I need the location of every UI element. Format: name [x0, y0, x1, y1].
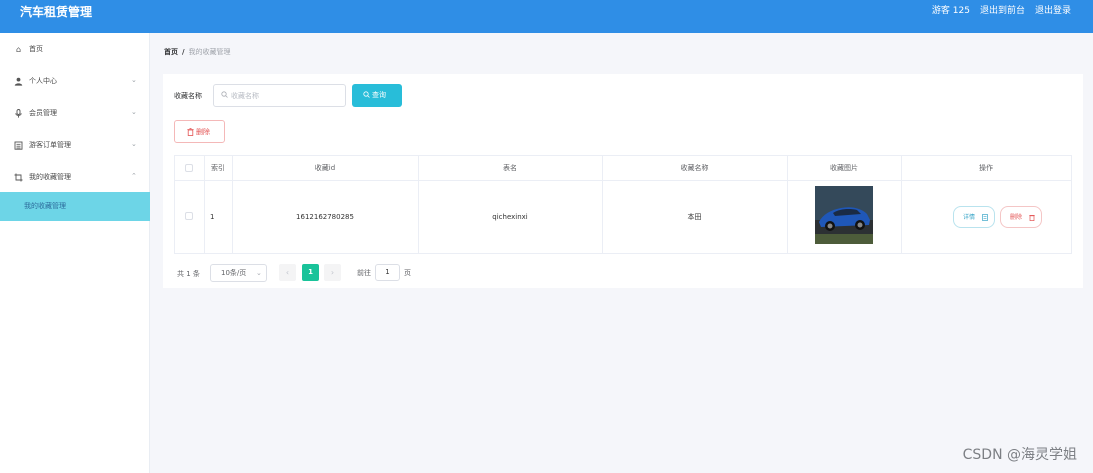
- document-icon: [982, 214, 988, 224]
- chevron-up-icon: ⌃: [131, 172, 137, 180]
- breadcrumb-current: 我的收藏管理: [188, 48, 231, 56]
- back-to-front-link[interactable]: 退出到前台: [980, 6, 1025, 17]
- row-delete-label: 删除: [1010, 214, 1023, 221]
- batch-delete-button[interactable]: 删除: [174, 120, 225, 143]
- row-checkbox[interactable]: [185, 212, 193, 220]
- breadcrumb: 首页 / 我的收藏管理: [164, 48, 231, 57]
- crop-icon: [14, 173, 23, 182]
- goto-label: 前往: [357, 269, 371, 277]
- page-number-current[interactable]: 1: [302, 264, 319, 281]
- table-row: 1 1612162780285 qichexinxi 本田 详情 删除: [175, 181, 1071, 253]
- user-icon: [14, 77, 23, 86]
- trash-icon: [1029, 214, 1035, 224]
- sidebar-item-personal-center[interactable]: 个人中心 ⌄: [0, 65, 150, 97]
- top-right-links: 游客 125 退出到前台 退出登录: [932, 6, 1071, 17]
- favorites-table: 索引 收藏id 表名 收藏名称 收藏图片 操作 1 1612162780285 …: [174, 155, 1072, 254]
- sidebar-item-guest-orders[interactable]: 游客订单管理 ⌄: [0, 129, 150, 161]
- chevron-down-icon: ⌄: [131, 140, 137, 148]
- current-user: 游客 125: [931, 6, 970, 16]
- sidebar-subitem-label: 我的收藏管理: [24, 202, 66, 210]
- chevron-down-icon: ⌄: [131, 76, 137, 84]
- page-size-value: 10条/页: [221, 269, 247, 277]
- sidebar-item-label: 我的收藏管理: [29, 173, 71, 181]
- header-favorite-name: 收藏名称: [680, 164, 709, 172]
- search-icon: [221, 91, 228, 101]
- sidebar-item-label: 会员管理: [29, 109, 57, 117]
- search-icon: [363, 91, 370, 101]
- main-content: 首页 /我的收藏管理 收藏名称 查询 删除: [150, 33, 1093, 473]
- detail-button-label: 详情: [963, 214, 976, 221]
- cell-favorite-name: 本田: [687, 213, 702, 221]
- header-favorite-id: 收藏id: [314, 164, 336, 172]
- prev-page-button[interactable]: ‹: [279, 264, 296, 281]
- row-delete-button[interactable]: 删除: [1000, 206, 1042, 228]
- search-field[interactable]: [213, 84, 346, 107]
- pagination-total: 共 1 条: [177, 270, 200, 278]
- header-index: 索引: [211, 164, 225, 172]
- content-card: 收藏名称 查询 删除: [163, 74, 1083, 288]
- header-table-name: 表名: [503, 164, 517, 172]
- goto-page-input[interactable]: 1: [375, 264, 400, 281]
- sidebar-item-label: 个人中心: [29, 77, 57, 85]
- header-favorite-image: 收藏图片: [830, 164, 858, 172]
- next-page-button[interactable]: ›: [324, 264, 341, 281]
- logout-link[interactable]: 退出登录: [1035, 6, 1071, 17]
- chevron-down-icon: ⌄: [256, 269, 262, 277]
- header-actions: 操作: [979, 164, 993, 172]
- query-button[interactable]: 查询: [352, 84, 402, 107]
- sidebar-item-home[interactable]: ⌂ 首页: [0, 33, 150, 65]
- sidebar-item-label: 游客订单管理: [29, 141, 71, 149]
- sidebar-item-member-management[interactable]: 会员管理 ⌄: [0, 97, 150, 129]
- watermark: CSDN @海灵学姐: [962, 447, 1077, 463]
- sidebar-item-label: 首页: [29, 45, 43, 53]
- detail-button[interactable]: 详情: [953, 206, 995, 228]
- cell-index: 1: [210, 213, 215, 221]
- page-size-select[interactable]: 10条/页 ⌄: [210, 264, 267, 282]
- sidebar-subitem-my-favorites[interactable]: 我的收藏管理: [0, 192, 150, 221]
- top-bar: 汽车租赁管理 游客 125 退出到前台 退出登录: [0, 0, 1093, 33]
- app-title: 汽车租赁管理: [20, 5, 93, 19]
- chevron-down-icon: ⌄: [131, 108, 137, 116]
- breadcrumb-separator: /: [182, 48, 185, 56]
- breadcrumb-home[interactable]: 首页: [164, 48, 178, 56]
- page-unit-label: 页: [404, 269, 411, 277]
- cell-table-name: qichexinxi: [492, 213, 528, 221]
- query-button-label: 查询: [372, 91, 386, 99]
- batch-delete-label: 删除: [196, 128, 210, 136]
- car-thumbnail-image: [815, 186, 873, 244]
- sidebar: ⌂ 首页 个人中心 ⌄ 会员管理 ⌄ 游客订单管理 ⌄ 我的收藏管理 ⌃ 我的收…: [0, 33, 150, 473]
- search-input[interactable]: [231, 89, 341, 102]
- select-all-checkbox[interactable]: [185, 164, 193, 172]
- list-icon: [14, 141, 23, 150]
- home-icon: ⌂: [15, 45, 22, 54]
- sidebar-item-favorites-management[interactable]: 我的收藏管理 ⌃: [0, 161, 150, 193]
- table-header: 索引 收藏id 表名 收藏名称 收藏图片 操作: [175, 156, 1071, 181]
- mic-icon: [14, 109, 23, 118]
- search-label: 收藏名称: [174, 92, 202, 100]
- trash-icon: [187, 128, 194, 139]
- cell-favorite-id: 1612162780285: [296, 213, 354, 221]
